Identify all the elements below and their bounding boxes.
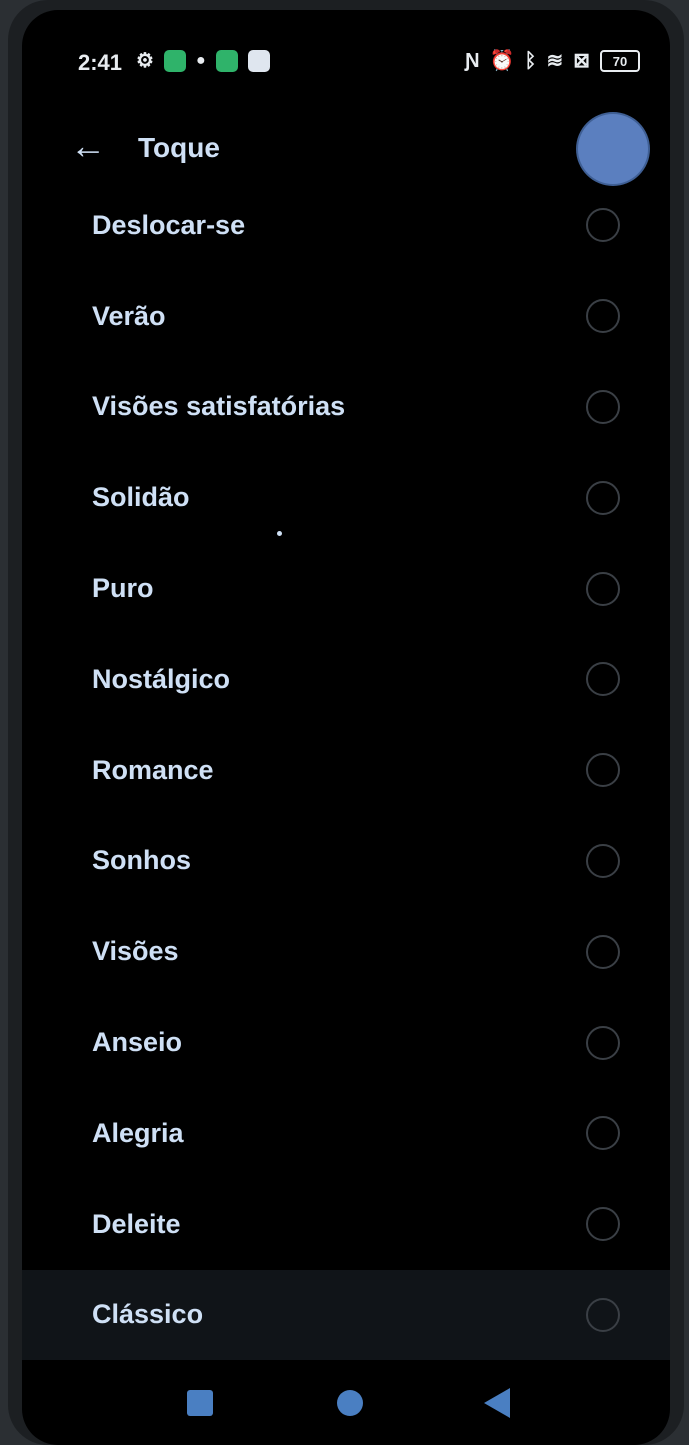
radio-button[interactable]: [586, 1297, 620, 1332]
ringtone-row[interactable]: Anseio: [22, 997, 670, 1088]
radio-button[interactable]: [586, 389, 620, 424]
nfc-icon: Ɲ: [465, 50, 480, 72]
ringtone-label: Sonhos: [92, 845, 191, 876]
radio-button[interactable]: [586, 934, 620, 969]
radio-button[interactable]: [586, 208, 620, 243]
radio-button[interactable]: [586, 1207, 620, 1242]
touch-dot: [277, 531, 282, 536]
ringtone-label: Clássico: [92, 1299, 204, 1330]
ringtone-row[interactable]: Solidão: [22, 452, 670, 543]
ringtone-row[interactable]: Romance: [22, 725, 670, 816]
ringtone-row[interactable]: Verão: [22, 271, 670, 362]
ringtone-row[interactable]: Alegria: [22, 1088, 670, 1179]
page-title: Toque: [138, 132, 220, 163]
ringtone-row[interactable]: Visões satisfatórias: [22, 362, 670, 453]
square-icon[interactable]: [187, 1390, 213, 1416]
ringtone-label: Visões: [92, 936, 179, 967]
ringtone-label: Deslocar-se: [92, 209, 246, 240]
radio-button[interactable]: [586, 843, 620, 878]
ringtone-label: Nostálgico: [92, 663, 231, 694]
ringtone-row[interactable]: Puro: [22, 543, 670, 634]
radio-button[interactable]: [586, 753, 620, 788]
radio-button[interactable]: [586, 480, 620, 515]
ringtone-row[interactable]: Deslocar-se: [22, 180, 670, 271]
ringtone-row[interactable]: Sonhos: [22, 816, 670, 907]
status-left-icons: ⚙ ●: [136, 50, 270, 72]
alarm-icon: ⏰: [489, 50, 515, 72]
settings-icon: ⚙: [136, 50, 154, 72]
status-bar: 2:41 ⚙ ● Ɲ ⏰ ᛒ ≋ ⊠ 70: [22, 10, 670, 110]
status-right-icons: Ɲ ⏰ ᛒ ≋ ⊠ 70: [465, 50, 640, 72]
radio-button[interactable]: [586, 571, 620, 606]
wifi-icon: ≋: [546, 50, 564, 72]
ringtone-label: Visões satisfatórias: [92, 391, 346, 422]
ringtone-label: Solidão: [92, 482, 190, 513]
radio-button[interactable]: [586, 1025, 620, 1060]
floating-bubble[interactable]: [578, 114, 648, 184]
ringtone-label: Romance: [92, 754, 214, 785]
ringtone-row[interactable]: Visões: [22, 906, 670, 997]
ringtone-row[interactable]: Deleite: [22, 1179, 670, 1270]
app-header: ← Toque: [22, 110, 670, 190]
triangle-back-icon[interactable]: [484, 1388, 510, 1418]
app-icon: [247, 50, 270, 72]
battery-level: 70: [612, 53, 628, 69]
radio-button[interactable]: [586, 1116, 620, 1151]
battery-icon: 70: [600, 50, 640, 72]
ringtone-row[interactable]: Nostálgico: [22, 634, 670, 725]
radio-button[interactable]: [586, 299, 620, 334]
ringtone-row[interactable]: Clássico: [22, 1269, 670, 1361]
ringtone-label: Deleite: [92, 1208, 181, 1239]
ringtone-list: Deslocar-se Verão Visões satisfatórias Soli…: [22, 180, 670, 1361]
sim-off-icon: ⊠: [573, 50, 590, 72]
radio-button[interactable]: [586, 662, 620, 697]
ringtone-label: Puro: [92, 573, 154, 604]
screen: 2:41 ⚙ ● Ɲ ⏰ ᛒ ≋ ⊠ 70 ← Toque Deslocar-s…: [22, 10, 670, 1445]
ringtone-label: Anseio: [92, 1027, 183, 1058]
app-icon: [215, 50, 238, 72]
ringtone-label: Alegria: [92, 1117, 184, 1148]
bluetooth-icon: ᛒ: [524, 50, 537, 72]
status-time: 2:41: [78, 50, 123, 75]
circle-icon[interactable]: [337, 1390, 363, 1416]
app-grid-icon: [163, 50, 186, 72]
navigation-bar: [22, 1370, 670, 1445]
notification-icon: ●: [195, 52, 206, 69]
arrow-left-icon[interactable]: ←: [70, 128, 110, 168]
ringtone-label: Verão: [92, 300, 166, 331]
